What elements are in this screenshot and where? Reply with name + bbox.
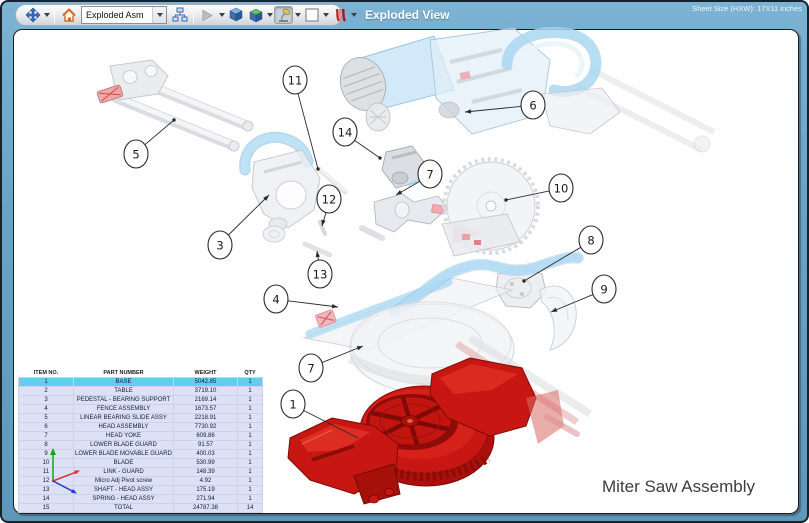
lighting-lamp-icon (278, 8, 290, 22)
table-row[interactable]: 5 LINEAR BEARING SLIDE ASSY 2218.91 1 (18, 413, 263, 423)
titlebar: Exploded Asm Exploded View Sheet Size (H… (2, 2, 807, 29)
main-toolbar: Exploded Asm (15, 4, 357, 26)
shaded-view-button[interactable] (226, 6, 245, 24)
appearance-material-icon (335, 8, 346, 22)
explode-cube-icon (248, 8, 263, 23)
toolbar-separator (193, 7, 194, 23)
explode-dropdown-caret[interactable] (267, 13, 273, 17)
view-selector-dropdown[interactable] (152, 7, 166, 23)
appearance-button[interactable] (330, 6, 349, 24)
pan-dropdown-caret[interactable] (44, 13, 50, 17)
table-row[interactable]: 3 PEDESTAL - BEARING SUPPORT 2169.14 1 (18, 395, 263, 405)
assembly-caption: Miter Saw Assembly (601, 477, 755, 496)
bom-header-cell: PART NUMBER (103, 369, 144, 376)
toolbar-separator (54, 7, 55, 23)
home-icon (61, 8, 76, 22)
bom-table: ITEM NO. PART NUMBER WEIGHT QTY 1 BASE 5042.8… (18, 368, 263, 513)
lighting-dropdown-caret[interactable] (295, 13, 301, 17)
table-row[interactable]: 12 Micro Adj Pivot screw 4.92 1 (18, 476, 263, 486)
view-tree-icon (172, 7, 187, 22)
explode-collapse-button[interactable] (246, 6, 265, 24)
bom-header-cell: WEIGHT (194, 369, 217, 376)
appearance-dropdown-caret[interactable] (351, 13, 357, 17)
table-row[interactable]: 4 FENCE ASSEMBLY 1673.57 1 (18, 404, 263, 414)
table-row[interactable]: 14 SPRING - HEAD ASSY 271.94 1 (18, 494, 263, 504)
edrawings-window: Exploded Asm Exploded View Sheet Size (H… (0, 0, 809, 523)
table-row[interactable]: 9 LOWER BLADE MOVABLE GUARD 400.03 1 (18, 449, 263, 459)
page-title: Exploded View (365, 8, 450, 22)
play-dropdown-caret[interactable] (219, 13, 225, 17)
component-tree-button[interactable] (170, 6, 189, 24)
table-row[interactable]: 7 HEAD YOKE 609.86 1 (18, 431, 263, 441)
pan-button[interactable] (23, 6, 42, 24)
chevron-down-icon (156, 13, 163, 17)
bom-header-row: ITEM NO. PART NUMBER WEIGHT QTY (19, 368, 263, 378)
shaded-cube-icon (228, 7, 243, 22)
home-view-button[interactable] (59, 6, 78, 24)
table-row[interactable]: 2 TABLE 3719.10 1 (18, 386, 263, 396)
table-row[interactable]: 10 BLADE 530.99 1 (18, 458, 263, 468)
background-color-swatch-icon (304, 8, 319, 22)
play-animation-button[interactable] (198, 6, 217, 24)
background-dropdown-caret[interactable] (323, 13, 329, 17)
sheet-size-label: Sheet Size (HXW): 17X11 inches (692, 4, 802, 13)
table-row[interactable]: 1 BASE 5042.85 1 (18, 377, 263, 387)
view-selector-value: Exploded Asm (86, 10, 144, 20)
lighting-button[interactable] (274, 6, 293, 24)
table-row[interactable]: 11 LINK - GUARD 148.39 1 (18, 467, 263, 477)
play-icon (202, 9, 213, 21)
background-color-button[interactable] (302, 6, 321, 24)
table-row[interactable]: 15 TOTAL 24787.38 14 (18, 503, 263, 513)
pan-arrows-icon (25, 7, 40, 23)
table-row[interactable]: 13 SHAFT - HEAD ASSY 175.19 1 (18, 485, 263, 495)
bom-header-cell: ITEM NO. (33, 369, 59, 376)
table-row[interactable]: 6 HEAD ASSEMBLY 7730.92 1 (18, 422, 263, 432)
table-row[interactable]: 8 LOWER BLADE GUARD 91.57 1 (18, 440, 263, 450)
view-selector[interactable]: Exploded Asm (81, 6, 167, 24)
bom-header-cell: QTY (244, 369, 256, 376)
